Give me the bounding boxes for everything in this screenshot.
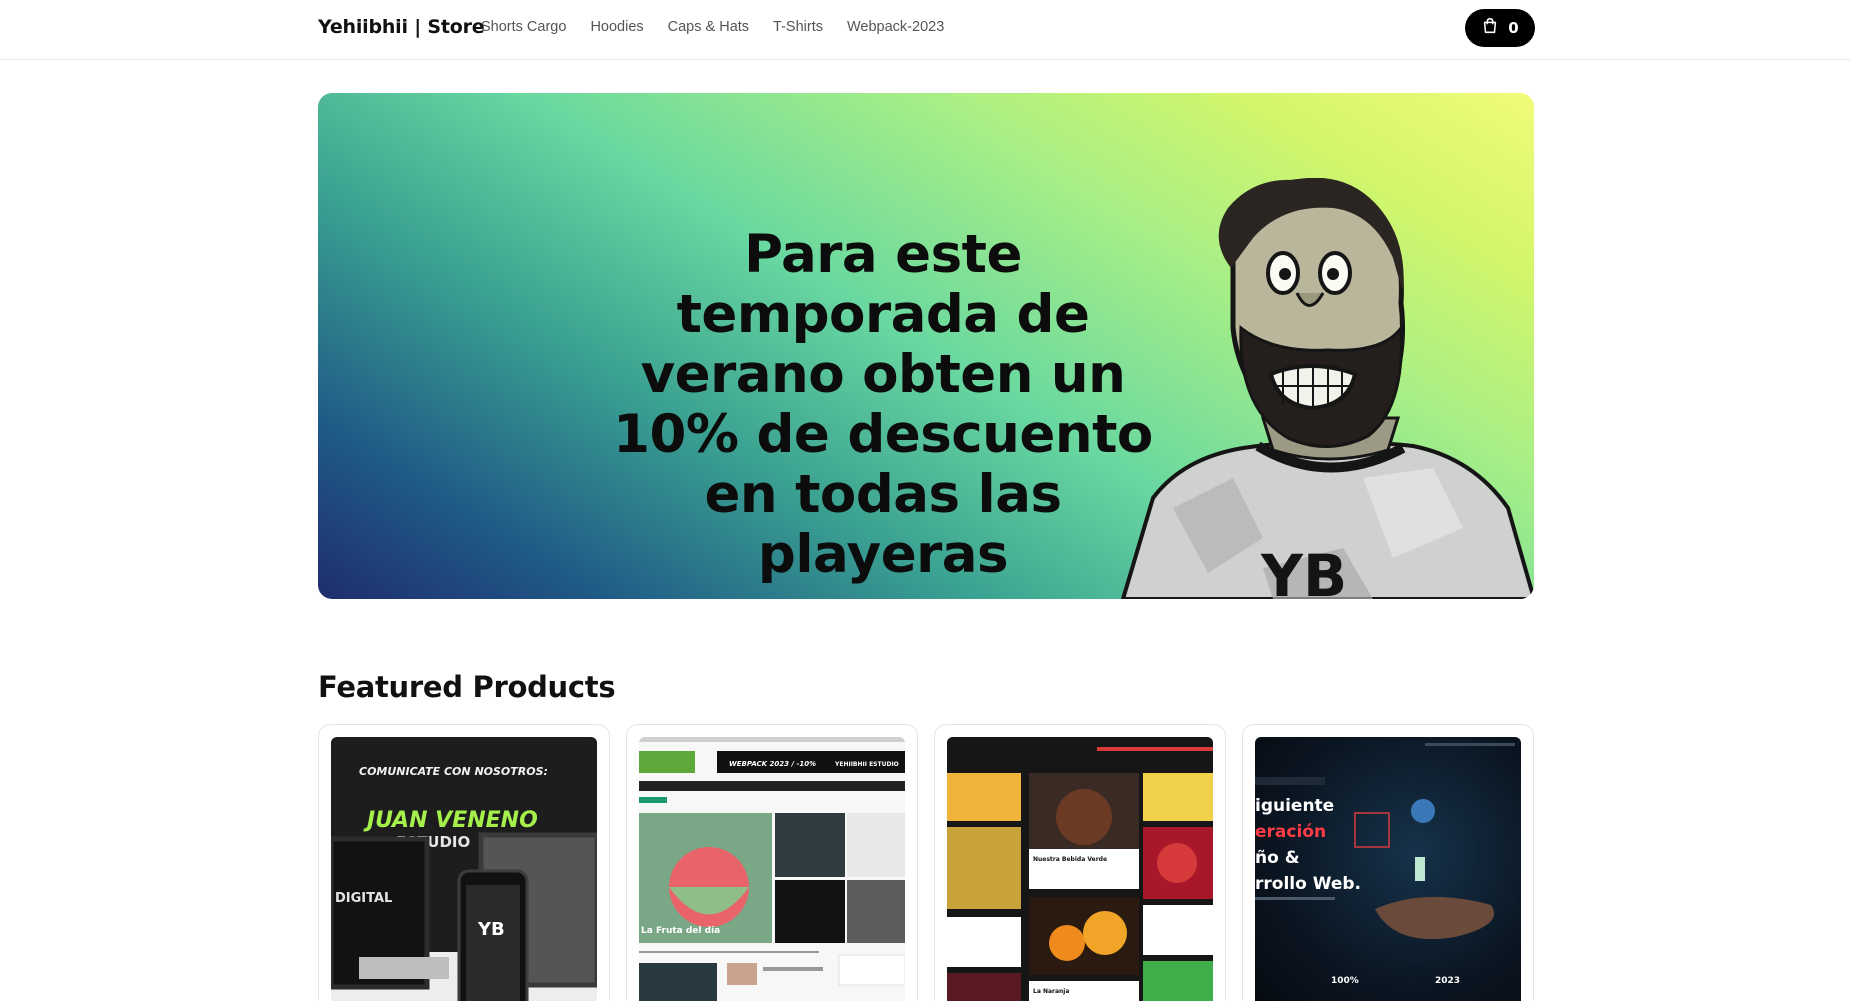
nav-hoodies[interactable]: Hoodies (590, 19, 643, 35)
cartoon-character-illustration: YB (1120, 178, 1534, 599)
hero-headline: Para este temporada de verano obten un 1… (613, 224, 1153, 585)
site-header: Yehiibhii | Store Shorts Cargo Hoodies C… (0, 0, 1850, 60)
svg-text:iguiente: iguiente (1255, 796, 1334, 816)
svg-text:ño &: ño & (1255, 848, 1300, 868)
svg-text:eración: eración (1255, 822, 1326, 842)
cart-button[interactable]: 0 (1465, 9, 1535, 47)
product-image: COMUNICATE CON NOSOTROS: JUAN VENENO EST… (331, 737, 597, 1001)
svg-text:WEBPACK 2023 / -10%: WEBPACK 2023 / -10% (729, 760, 816, 768)
nav-shorts-cargo[interactable]: Shorts Cargo (481, 19, 566, 35)
svg-text:100%: 100% (1331, 976, 1359, 986)
nav-t-shirts[interactable]: T-Shirts (773, 19, 823, 35)
product-image: WEBPACK 2023 / -10% YEHIIBHII ESTUDIO La… (639, 737, 905, 1001)
devices-mockup-image: COMUNICATE CON NOSOTROS: JUAN VENENO EST… (331, 737, 597, 1001)
nav-caps-hats[interactable]: Caps & Hats (668, 19, 749, 35)
hero-banner[interactable]: Para este temporada de verano obten un 1… (318, 93, 1534, 599)
product-image: iguiente eración ño & rrollo Web. 100% 2… (1255, 737, 1521, 1001)
cart-count: 0 (1508, 19, 1519, 37)
store-brand[interactable]: Yehiibhii | Store (318, 16, 485, 38)
food-blog-mockup-image: Nuestra Bebida Verde La Naranja (947, 737, 1213, 1001)
svg-text:rrollo Web.: rrollo Web. (1255, 874, 1361, 894)
svg-text:YB: YB (477, 919, 505, 940)
svg-text:YEHIIBHII ESTUDIO: YEHIIBHII ESTUDIO (834, 761, 899, 768)
section-title: Featured Products (318, 670, 616, 704)
svg-text:2023: 2023 (1435, 976, 1460, 986)
product-card[interactable]: COMUNICATE CON NOSOTROS: JUAN VENENO EST… (318, 724, 610, 1001)
shopping-bag-icon (1481, 17, 1499, 39)
main-nav: Shorts Cargo Hoodies Caps & Hats T-Shirt… (481, 19, 968, 35)
svg-text:JUAN VENENO: JUAN VENENO (363, 808, 538, 833)
nav-webpack-2023[interactable]: Webpack-2023 (847, 19, 944, 35)
product-card[interactable]: WEBPACK 2023 / -10% YEHIIBHII ESTUDIO La… (626, 724, 918, 1001)
svg-text:DIGITAL: DIGITAL (335, 891, 392, 906)
shirt-logo-text: YB (1260, 542, 1347, 599)
svg-text:La Naranja: La Naranja (1033, 988, 1069, 995)
product-card[interactable]: Nuestra Bebida Verde La Naranja (934, 724, 1226, 1001)
space-landing-mockup-image: iguiente eración ño & rrollo Web. 100% 2… (1255, 743, 1515, 986)
product-card[interactable]: iguiente eración ño & rrollo Web. 100% 2… (1242, 724, 1534, 1001)
svg-text:Nuestra Bebida Verde: Nuestra Bebida Verde (1033, 856, 1107, 863)
news-site-mockup-image: WEBPACK 2023 / -10% YEHIIBHII ESTUDIO La… (639, 737, 905, 1001)
svg-text:La Fruta del dia: La Fruta del dia (641, 926, 720, 936)
svg-text:COMUNICATE CON NOSOTROS:: COMUNICATE CON NOSOTROS: (359, 765, 548, 778)
product-image: Nuestra Bebida Verde La Naranja (947, 737, 1213, 1001)
